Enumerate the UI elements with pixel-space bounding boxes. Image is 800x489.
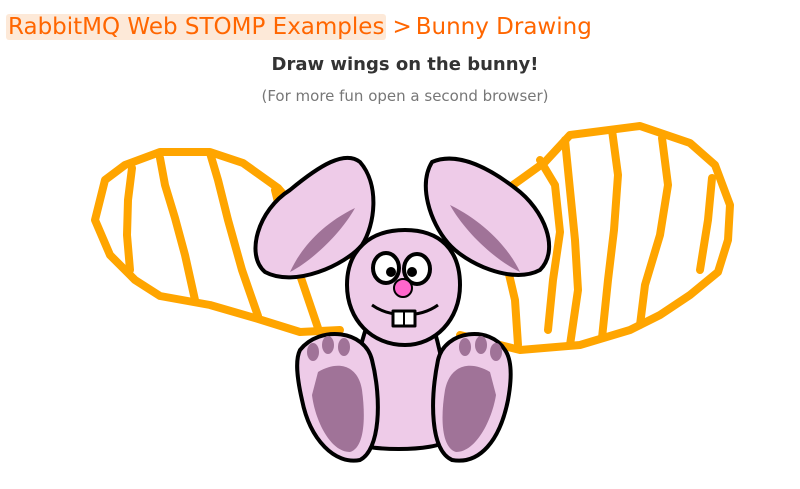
left-pupil <box>386 267 396 277</box>
page-subtitle: (For more fun open a second browser) <box>261 87 549 105</box>
left-wing-stripe-3 <box>206 149 262 320</box>
left-wing-stripe-2 <box>156 154 199 304</box>
left-toe-1 <box>307 343 319 361</box>
right-toe-2 <box>475 336 487 354</box>
breadcrumb-current-page: Bunny Drawing <box>415 14 592 40</box>
left-wing-stripe-1 <box>123 164 136 274</box>
right-wing-stripe-5 <box>696 174 716 274</box>
bunny-nose <box>393 278 413 298</box>
page-heading: Draw wings on the bunny! <box>271 54 539 75</box>
breadcrumb: RabbitMQ Web STOMP Examples > Bunny Drawin… <box>6 11 592 43</box>
left-eye <box>371 251 401 285</box>
bunny <box>253 155 551 463</box>
right-wing-stripe-3 <box>598 126 622 342</box>
breadcrumb-link-examples[interactable]: RabbitMQ Web STOMP Examples <box>6 14 387 40</box>
right-pupil <box>407 267 417 277</box>
breadcrumb-separator: > <box>392 14 412 40</box>
right-toe-3 <box>490 343 502 361</box>
left-toe-2 <box>322 336 334 354</box>
drawing-canvas[interactable] <box>0 110 800 489</box>
right-wing-stripe-2 <box>561 136 582 349</box>
right-toe-1 <box>459 338 471 356</box>
left-toe-3 <box>338 338 350 356</box>
right-wing-stripe-4 <box>636 134 672 329</box>
